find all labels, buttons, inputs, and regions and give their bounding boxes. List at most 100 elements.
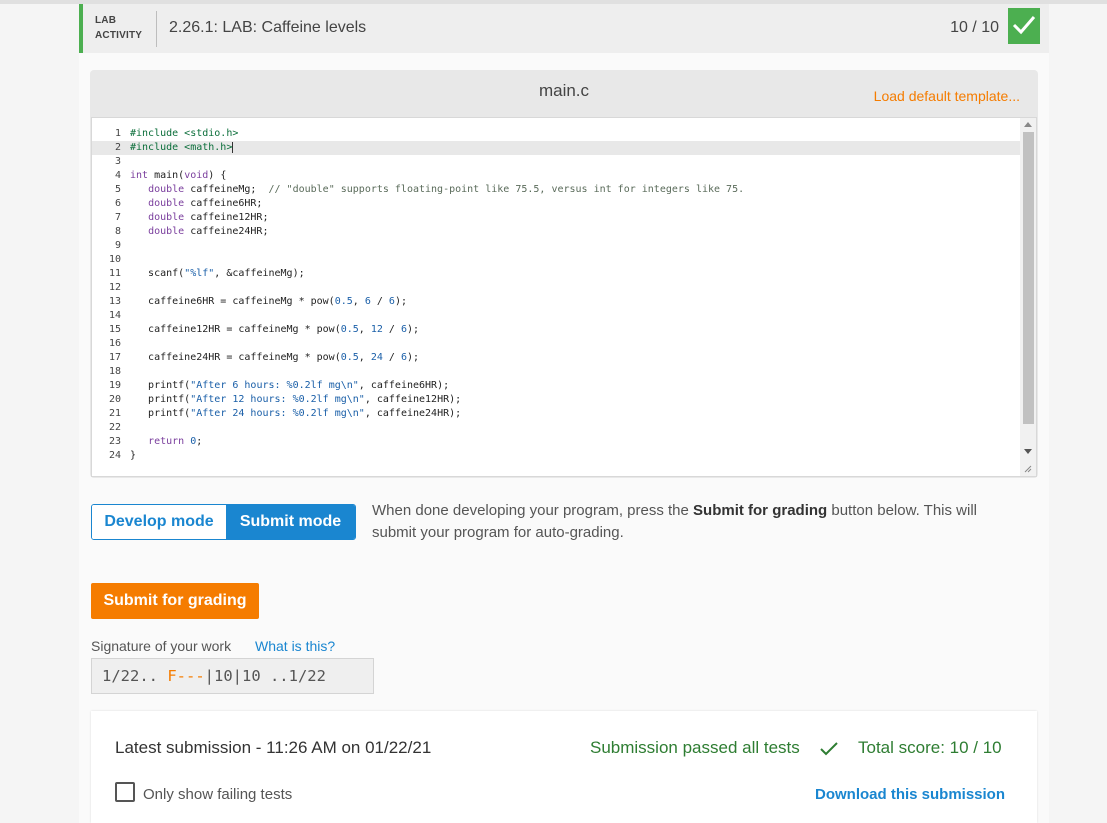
scroll-down-icon[interactable] bbox=[1024, 449, 1032, 454]
code-line[interactable]: 21 printf("After 24 hours: %0.2lf mg\n",… bbox=[92, 407, 1022, 421]
code-text[interactable]: #include <math.h> bbox=[126, 141, 234, 155]
line-number: 14 bbox=[108, 310, 121, 321]
line-number: 20 bbox=[108, 394, 121, 405]
help-text-bold: Submit for grading bbox=[693, 502, 828, 519]
latest-submission-text: Latest submission - 11:26 AM on 01/22/21 bbox=[115, 738, 432, 757]
line-number: 10 bbox=[108, 254, 121, 265]
code-text[interactable]: double caffeine24HR; bbox=[126, 225, 268, 239]
code-line[interactable]: 23 return 0; bbox=[92, 435, 1022, 449]
code-line[interactable]: 7 double caffeine12HR; bbox=[92, 211, 1022, 225]
code-line[interactable]: 15 caffeine12HR = caffeineMg * pow(0.5, … bbox=[92, 323, 1022, 337]
activity-header: LAB ACTIVITY 2.26.1: LAB: Caffeine level… bbox=[79, 4, 1049, 53]
code-text[interactable]: printf("After 12 hours: %0.2lf mg\n", ca… bbox=[126, 393, 461, 407]
signature-box: 1/22.. F---|10|10 ..1/22 bbox=[91, 658, 374, 694]
code-line[interactable]: 2 #include <math.h> bbox=[92, 141, 1022, 155]
code-text[interactable]: double caffeineMg; // "double" supports … bbox=[126, 183, 744, 197]
lab-activity-panel: LAB ACTIVITY 2.26.1: LAB: Caffeine level… bbox=[79, 4, 1049, 823]
code-line[interactable]: 14 bbox=[92, 309, 1022, 323]
code-line[interactable]: 17 caffeine24HR = caffeineMg * pow(0.5, … bbox=[92, 351, 1022, 365]
scroll-up-icon[interactable] bbox=[1024, 122, 1032, 127]
code-line[interactable]: 1 #include <stdio.h> bbox=[92, 127, 1022, 141]
activity-type-line1: LAB bbox=[95, 15, 117, 26]
code-line[interactable]: 5 double caffeineMg; // "double" support… bbox=[92, 183, 1022, 197]
signature-part-start: 1/22.. bbox=[102, 667, 168, 685]
code-line[interactable]: 13 caffeine6HR = caffeineMg * pow(0.5, 6… bbox=[92, 295, 1022, 309]
line-number: 17 bbox=[108, 352, 121, 363]
line-number: 15 bbox=[108, 324, 121, 335]
code-text[interactable]: int main(void) { bbox=[126, 169, 226, 183]
activity-type-line2: ACTIVITY bbox=[95, 30, 143, 41]
completion-badge bbox=[1008, 8, 1040, 44]
line-number: 8 bbox=[114, 226, 121, 237]
code-text[interactable]: } bbox=[126, 449, 136, 463]
line-number: 16 bbox=[108, 338, 121, 349]
code-editor-panel: main.c Load default template... 1 #includ… bbox=[90, 70, 1038, 478]
line-number: 21 bbox=[108, 408, 121, 419]
code-line[interactable]: 20 printf("After 12 hours: %0.2lf mg\n",… bbox=[92, 393, 1022, 407]
code-line[interactable]: 11 scanf("%lf", &caffeineMg); bbox=[92, 267, 1022, 281]
passed-check-icon bbox=[820, 742, 838, 756]
scrollbar-thumb[interactable] bbox=[1023, 132, 1034, 424]
line-number: 6 bbox=[114, 198, 121, 209]
code-text[interactable]: printf("After 6 hours: %0.2lf mg\n", caf… bbox=[126, 379, 449, 393]
only-failing-label[interactable]: Only show failing tests bbox=[143, 786, 292, 803]
code-line[interactable]: 24} bbox=[92, 449, 1022, 463]
code-text[interactable]: scanf("%lf", &caffeineMg); bbox=[126, 267, 305, 281]
code-text[interactable]: caffeine6HR = caffeineMg * pow(0.5, 6 / … bbox=[126, 295, 407, 309]
signature-part-end: |10|10 ..1/22 bbox=[204, 667, 326, 685]
line-number: 23 bbox=[108, 436, 121, 447]
signature-help-link[interactable]: What is this? bbox=[255, 638, 335, 654]
submit-for-grading-button[interactable]: Submit for grading bbox=[91, 583, 259, 619]
line-number: 3 bbox=[114, 156, 121, 167]
line-number: 4 bbox=[114, 170, 121, 181]
total-score: Total score: 10 / 10 bbox=[858, 738, 1002, 757]
code-line[interactable]: 6 double caffeine6HR; bbox=[92, 197, 1022, 211]
load-default-template-link[interactable]: Load default template... bbox=[874, 88, 1020, 104]
code-line[interactable]: 19 printf("After 6 hours: %0.2lf mg\n", … bbox=[92, 379, 1022, 393]
line-number: 22 bbox=[108, 422, 121, 433]
line-number: 13 bbox=[108, 296, 121, 307]
code-text[interactable]: return 0; bbox=[126, 435, 202, 449]
code-line[interactable]: 10 bbox=[92, 253, 1022, 267]
code-line[interactable]: 4 int main(void) { bbox=[92, 169, 1022, 183]
line-number: 19 bbox=[108, 380, 121, 391]
code-line[interactable]: 12 bbox=[92, 281, 1022, 295]
activity-title: 2.26.1: LAB: Caffeine levels bbox=[169, 19, 367, 36]
mode-toggle: Develop mode Submit mode bbox=[91, 504, 356, 540]
code-lines[interactable]: 1 #include <stdio.h> 2 #include <math.h> 3 4 i… bbox=[92, 127, 1022, 463]
editor-scrollbar[interactable] bbox=[1020, 118, 1036, 476]
only-failing-checkbox[interactable] bbox=[115, 782, 135, 802]
code-line[interactable]: 3 bbox=[92, 155, 1022, 169]
line-number: 11 bbox=[108, 268, 121, 279]
code-text[interactable]: #include <stdio.h> bbox=[126, 127, 238, 141]
line-number: 18 bbox=[108, 366, 121, 377]
mode-help-text: When done developing your program, press… bbox=[372, 500, 1022, 544]
code-text[interactable]: double caffeine6HR; bbox=[126, 197, 262, 211]
activity-type-tag: LAB ACTIVITY bbox=[95, 13, 142, 43]
download-submission-link[interactable]: Download this submission bbox=[815, 786, 1005, 803]
code-line[interactable]: 18 bbox=[92, 365, 1022, 379]
line-number: 5 bbox=[114, 184, 121, 195]
code-line[interactable]: 9 bbox=[92, 239, 1022, 253]
latest-submission-card: Latest submission - 11:26 AM on 01/22/21… bbox=[91, 711, 1037, 823]
code-line[interactable]: 22 bbox=[92, 421, 1022, 435]
line-number: 1 bbox=[114, 128, 121, 139]
text-cursor bbox=[232, 141, 234, 153]
code-text[interactable]: caffeine24HR = caffeineMg * pow(0.5, 24 … bbox=[126, 351, 419, 365]
code-text[interactable]: caffeine12HR = caffeineMg * pow(0.5, 12 … bbox=[126, 323, 419, 337]
line-number: 24 bbox=[108, 450, 121, 461]
resize-handle-icon[interactable] bbox=[1024, 465, 1032, 473]
line-number: 2 bbox=[114, 142, 121, 153]
code-line[interactable]: 16 bbox=[92, 337, 1022, 351]
develop-mode-button[interactable]: Develop mode bbox=[92, 505, 226, 539]
line-number: 9 bbox=[114, 240, 121, 251]
signature-part-fail: F--- bbox=[167, 667, 205, 685]
submit-mode-button[interactable]: Submit mode bbox=[225, 505, 355, 539]
code-text[interactable]: double caffeine12HR; bbox=[126, 211, 268, 225]
signature-label: Signature of your work bbox=[91, 638, 232, 654]
code-editor[interactable]: 1 #include <stdio.h> 2 #include <math.h> 3 4 i… bbox=[91, 117, 1037, 477]
code-text[interactable]: printf("After 24 hours: %0.2lf mg\n", ca… bbox=[126, 407, 461, 421]
help-text-prefix: When done developing your program, press… bbox=[372, 502, 694, 519]
header-divider bbox=[156, 11, 157, 47]
code-line[interactable]: 8 double caffeine24HR; bbox=[92, 225, 1022, 239]
